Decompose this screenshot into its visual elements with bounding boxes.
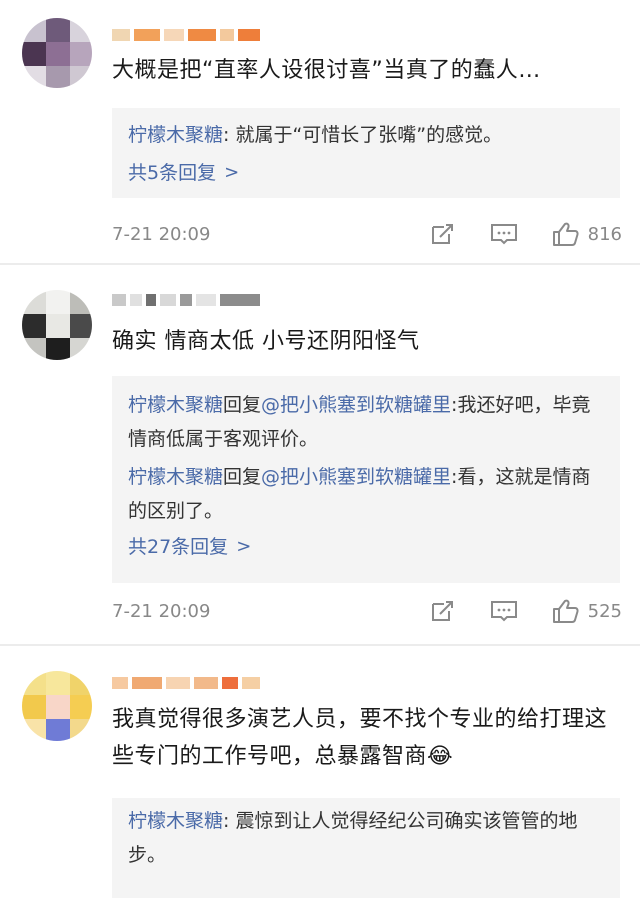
comment-text: 确实 情商太低 小号还阴阳怪气 xyxy=(112,329,420,354)
chevron-right-icon: > xyxy=(224,162,240,183)
comment-icon xyxy=(490,224,517,245)
reply-verb: 回复 xyxy=(223,394,262,416)
reply-line: 柠檬木聚糖回复@把小熊塞到软糖罐里:看，这就是情商的区别了。 xyxy=(128,460,604,528)
like-count: 816 xyxy=(587,223,622,245)
avatar[interactable] xyxy=(22,671,92,741)
thumbs-up-icon xyxy=(552,222,579,246)
timestamp: 7-21 20:09 xyxy=(112,223,211,245)
comment-meta: 7-21 20:09 816 xyxy=(112,219,622,249)
comment-meta: 7-21 20:09 525 xyxy=(112,596,622,626)
timestamp: 7-21 20:09 xyxy=(112,600,211,622)
more-replies-link[interactable]: 共5条回复 > xyxy=(128,156,239,190)
repost-icon xyxy=(431,224,453,244)
more-replies-label: 共5条回复 xyxy=(128,162,217,184)
comment-button[interactable] xyxy=(490,222,518,246)
more-replies-label: 共27条回复 xyxy=(128,536,229,558)
avatar[interactable] xyxy=(22,290,92,360)
like-count: 525 xyxy=(587,600,622,622)
comment-text: 大概是把“直率人设很讨喜”当真了的蠢人… xyxy=(112,58,541,83)
reply-username[interactable]: 柠檬木聚糖 xyxy=(128,124,223,146)
comment-text: 我真觉得很多演艺人员，要不找个专业的给打理这些专门的工作号吧，总暴露智商😂 xyxy=(112,707,608,769)
reply-line: 柠檬木聚糖: 就属于“可惜长了张嘴”的感觉。 xyxy=(128,118,604,152)
repost-button[interactable] xyxy=(430,222,456,246)
like-button[interactable]: 816 xyxy=(552,221,622,247)
comment-item: 我真觉得很多演艺人员，要不找个专业的给打理这些专门的工作号吧，总暴露智商😂 柠檬… xyxy=(0,646,640,898)
reply-mention[interactable]: @把小熊塞到软糖罐里 xyxy=(261,466,451,488)
reply-username[interactable]: 柠檬木聚糖 xyxy=(128,466,223,488)
reply-box[interactable]: 柠檬木聚糖: 就属于“可惜长了张嘴”的感觉。 共5条回复 > xyxy=(112,108,620,198)
reply-box[interactable]: 柠檬木聚糖回复@把小熊塞到软糖罐里:我还好吧，毕竟情商低属于客观评价。 柠檬木聚… xyxy=(112,376,620,583)
comment-item: 大概是把“直率人设很讨喜”当真了的蠢人… 柠檬木聚糖: 就属于“可惜长了张嘴”的… xyxy=(0,0,640,262)
reply-box[interactable]: 柠檬木聚糖: 震惊到让人觉得经纪公司确实该管管的地步。 xyxy=(112,798,620,898)
like-button[interactable]: 525 xyxy=(552,598,622,624)
thumbs-up-icon xyxy=(552,599,579,623)
reply-body: : 就属于“可惜长了张嘴”的感觉。 xyxy=(223,124,503,146)
chevron-right-icon: > xyxy=(236,536,252,557)
comment-icon xyxy=(490,601,517,622)
reply-line: 柠檬木聚糖: 震惊到让人觉得经纪公司确实该管管的地步。 xyxy=(128,804,604,872)
username-blurred[interactable] xyxy=(112,676,260,690)
reply-line: 柠檬木聚糖回复@把小熊塞到软糖罐里:我还好吧，毕竟情商低属于客观评价。 xyxy=(128,388,604,456)
comment-button[interactable] xyxy=(490,599,518,623)
avatar[interactable] xyxy=(22,18,92,88)
comment-item: 确实 情商太低 小号还阴阳怪气 柠檬木聚糖回复@把小熊塞到软糖罐里:我还好吧，毕… xyxy=(0,265,640,643)
reply-mention[interactable]: @把小熊塞到软糖罐里 xyxy=(261,394,451,416)
repost-button[interactable] xyxy=(430,599,456,623)
reply-username[interactable]: 柠檬木聚糖 xyxy=(128,394,223,416)
more-replies-link[interactable]: 共27条回复 > xyxy=(128,530,251,564)
username-blurred[interactable] xyxy=(112,28,260,42)
username-blurred[interactable] xyxy=(112,293,260,307)
repost-icon xyxy=(431,601,453,621)
reply-username[interactable]: 柠檬木聚糖 xyxy=(128,810,223,832)
reply-verb: 回复 xyxy=(223,466,262,488)
